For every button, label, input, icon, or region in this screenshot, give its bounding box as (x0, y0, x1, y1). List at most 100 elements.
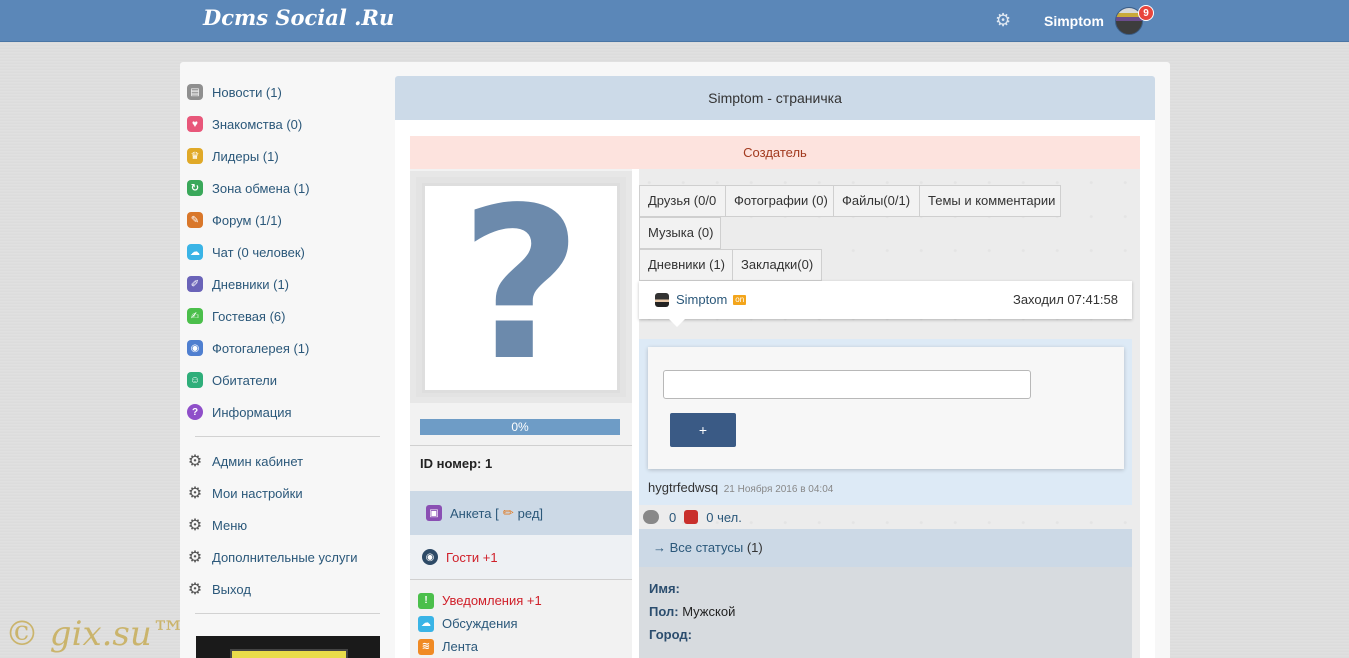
sidebar-item-dating[interactable]: ♥ Знакомства (0) (180, 108, 390, 140)
gear-icon: ⚙ (187, 453, 203, 470)
sidebar-item-users[interactable]: ☺ Обитатели (180, 364, 390, 396)
info-city-row: Город: (649, 627, 1122, 650)
feed-link[interactable]: ≋ Лента (418, 635, 542, 658)
sidebar-item-exchange[interactable]: ↻ Зона обмена (1) (180, 172, 390, 204)
edit-pencil-icon: ✏ (502, 505, 514, 520)
notifications-link[interactable]: ! Уведомления +1 (418, 589, 542, 612)
status-user[interactable]: Simptom on (655, 292, 747, 307)
status-date: 21 Ноября 2016 в 04:04 (723, 484, 834, 495)
sidebar-item-label: Лидеры (1) (212, 148, 279, 164)
sidebar-item-chat[interactable]: ☁ Чат (0 человек) (180, 236, 390, 268)
all-statuses-count: (1) (746, 540, 763, 555)
notification-badge[interactable]: 9 (1138, 5, 1154, 21)
profile-right-column: Друзья (0/0 Фотографии (0) Файлы(0/1) Те… (639, 169, 1140, 658)
sidebar-item-forum[interactable]: ✎ Форум (1/1) (180, 204, 390, 236)
guests-link[interactable]: ◉ Гости +1 (410, 535, 632, 579)
user-avatar-icon (655, 292, 669, 307)
info-gender-row: Пол: Мужской (649, 604, 1122, 627)
status-text: hygtrfedwsq 21 Ноября 2016 в 04:04 (648, 480, 833, 495)
feed-label: Лента (442, 639, 478, 654)
eye-icon: ◉ (422, 549, 438, 565)
top-bar: Dcms Social .Ru ⚙ Simptom 9 (0, 0, 1349, 42)
sidebar-item-label: Форум (1/1) (212, 212, 282, 228)
discussions-label: Обсуждения (442, 616, 518, 631)
profile-photo[interactable]: ? (422, 162, 620, 407)
sidebar-banner[interactable] (196, 636, 380, 658)
profile-left-column: ? 0% ID номер: 1 ▣ Анкета [ ✏ ред] ◉ Гос… (410, 169, 632, 658)
sidebar-item-label: Гостевая (6) (212, 308, 286, 324)
sidebar-item-info[interactable]: ? Информация (180, 396, 390, 428)
site-logo[interactable]: Dcms Social .Ru (203, 5, 394, 30)
tab-files[interactable]: Файлы(0/1) (833, 185, 920, 217)
users-icon: ☺ (187, 372, 203, 388)
sidebar-item-news[interactable]: ▤ Новости (1) (180, 76, 390, 108)
forum-icon: ✎ (187, 212, 203, 228)
sidebar-divider (195, 613, 380, 614)
profile-form-label: Анкета [ (450, 505, 499, 521)
question-mark-icon: ? (460, 162, 582, 407)
online-badge: on (733, 294, 747, 305)
sidebar-item-guestbook[interactable]: ✍ Гостевая (6) (180, 300, 390, 332)
news-icon: ▤ (187, 84, 203, 100)
watermark: © gix.su™ (5, 614, 186, 654)
sidebar-item-logout[interactable]: ⚙ Выход (180, 573, 390, 605)
sidebar-item-gallery[interactable]: ◉ Фотогалерея (1) (180, 332, 390, 364)
sidebar-item-label: Фотогалерея (1) (212, 340, 310, 356)
guestbook-icon: ✍ (187, 308, 203, 324)
status-reactions: 0 0 чел. (643, 505, 742, 529)
comments-count[interactable]: 0 (669, 510, 676, 525)
gear-icon: ⚙ (187, 581, 203, 598)
diary-icon: ✐ (187, 276, 203, 292)
page-title: Simptom - страничка (395, 76, 1155, 120)
tab-photos[interactable]: Фотографии (0) (725, 185, 834, 217)
info-gender-label: Пол: (649, 604, 679, 619)
edit-link[interactable]: ред] (518, 506, 543, 521)
exchange-icon: ↻ (187, 180, 203, 196)
all-statuses-link[interactable]: → Все статусы (1) (639, 529, 1132, 567)
sidebar-item-label: Информация (212, 404, 292, 420)
sidebar-item-my-settings[interactable]: ⚙ Мои настройки (180, 477, 390, 509)
status-form: + (648, 347, 1124, 469)
sidebar-item-label: Новости (1) (212, 84, 282, 100)
profile-photo-frame: ? (410, 171, 632, 403)
tab-music[interactable]: Музыка (0) (639, 217, 721, 249)
trophy-icon: ♛ (187, 148, 203, 164)
profile-form-link[interactable]: ▣ Анкета [ ✏ ред] (410, 491, 632, 535)
info-gender-value: Мужской (682, 604, 736, 619)
sidebar-item-label: Мои настройки (212, 485, 303, 501)
like-icon[interactable] (684, 510, 699, 524)
sidebar-item-label: Выход (212, 581, 251, 597)
all-statuses-label: → Все статусы (653, 540, 744, 555)
info-name-row: Имя: (649, 581, 1122, 604)
tab-friends[interactable]: Друзья (0/0 (639, 185, 726, 217)
sidebar-item-admin[interactable]: ⚙ Админ кабинет (180, 445, 390, 477)
gear-icon[interactable]: ⚙ (995, 11, 1013, 29)
sidebar-item-label: Дневники (1) (212, 276, 290, 292)
comment-icon[interactable] (643, 510, 659, 524)
tab-bookmarks[interactable]: Закладки(0) (732, 249, 822, 281)
rating-progress: 0% (420, 419, 620, 435)
likes-count[interactable]: 0 чел. (706, 510, 742, 525)
sidebar-item-diaries[interactable]: ✐ Дневники (1) (180, 268, 390, 300)
sidebar-item-leaders[interactable]: ♛ Лидеры (1) (180, 140, 390, 172)
tab-diaries[interactable]: Дневники (1) (639, 249, 733, 281)
status-input[interactable] (663, 370, 1031, 399)
sidebar-item-label: Чат (0 человек) (212, 244, 305, 260)
sidebar-item-menu[interactable]: ⚙ Меню (180, 509, 390, 541)
sidebar-item-extra-services[interactable]: ⚙ Дополнительные услуги (180, 541, 390, 573)
profile-icon: ▣ (426, 505, 442, 521)
card-pointer (669, 319, 685, 327)
sidebar-item-label: Знакомства (0) (212, 116, 303, 132)
guests-label: Гости +1 (446, 549, 498, 565)
warning-icon: ! (418, 592, 434, 609)
discussions-link[interactable]: ☁ Обсуждения (418, 612, 542, 635)
info-name-label: Имя: (649, 581, 680, 596)
notifications-label: Уведомления +1 (442, 593, 542, 608)
add-status-button[interactable]: + (670, 413, 736, 447)
tab-topics-comments[interactable]: Темы и комментарии (919, 185, 1061, 217)
header-username[interactable]: Simptom (1044, 13, 1104, 29)
profile-card: Simptom - страничка Создатель ? 0% ID но… (395, 76, 1155, 658)
page-container: ▤ Новости (1) ♥ Знакомства (0) ♛ Лидеры … (180, 62, 1170, 658)
gear-icon: ⚙ (187, 517, 203, 534)
gear-icon: ⚙ (187, 549, 203, 566)
